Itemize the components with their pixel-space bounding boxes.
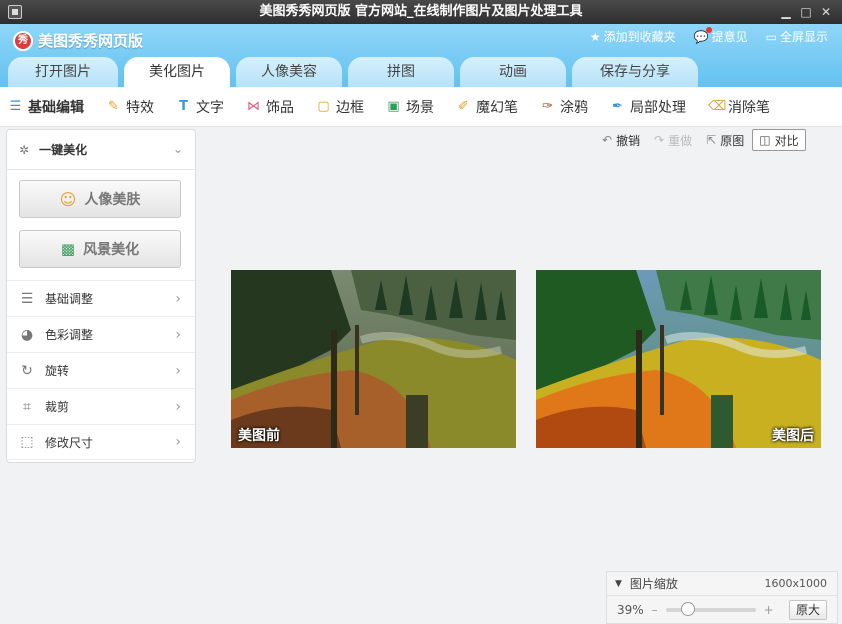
- original-button[interactable]: ⇱ 原图: [700, 129, 750, 151]
- zoom-percent: 39%: [617, 603, 644, 617]
- maximize-icon[interactable]: □: [798, 4, 814, 20]
- basic-edit-icon: ☰: [9, 99, 22, 114]
- tool-ornament[interactable]: ⋈ 饰品: [246, 97, 294, 117]
- tool-local-process[interactable]: ✒ 局部处理: [610, 97, 686, 117]
- tool-frame[interactable]: ▢ 边框: [316, 97, 364, 117]
- adjust-rotate[interactable]: ↻ 旋转 ›: [7, 352, 195, 388]
- tool-text[interactable]: T 文字: [176, 97, 224, 117]
- effects-icon: ✎: [108, 99, 119, 114]
- magic-wand-icon: ✲: [19, 142, 30, 157]
- after-photo-image: [536, 270, 821, 448]
- oneclick-beautify-header[interactable]: ✲ 一键美化 ⌄: [7, 130, 195, 170]
- minimize-icon[interactable]: ▁: [778, 4, 794, 20]
- scenery-beautify-button[interactable]: ▩ 风景美化: [19, 230, 181, 268]
- sliders-icon: ☰: [20, 290, 34, 307]
- zoom-header[interactable]: ▼ 图片缩放 1600x1000: [607, 572, 837, 596]
- magic-pen-icon: ✐: [458, 99, 469, 114]
- tool-bar: ☰ 基础编辑 ✎ 特效 T 文字 ⋈ 饰品 ▢ 边框 ▣ 场景 ✐ 魔幻笔 ✑ 涂鸦 ✒ 局部处理…: [0, 87, 842, 127]
- add-favorites-link[interactable]: ★ 添加到收藏夹: [590, 28, 676, 45]
- top-links: ★ 添加到收藏夹 💬 提意见 ▭ 全屏显示: [590, 26, 828, 45]
- tool-magic-pen[interactable]: ✐ 魔幻笔: [456, 97, 518, 117]
- chevron-right-icon: ›: [175, 326, 181, 343]
- adjust-crop[interactable]: ⌗ 裁剪 ›: [7, 388, 195, 424]
- resize-icon: ⬚: [20, 434, 34, 450]
- collapse-triangle-icon: ▼: [615, 578, 622, 589]
- after-label: 美图后: [772, 428, 814, 444]
- before-photo: 美图前: [231, 270, 516, 448]
- app-name: 美图秀秀网页版: [38, 32, 144, 50]
- adjust-basic[interactable]: ☰ 基础调整 ›: [7, 280, 195, 316]
- undo-icon: ↶: [602, 133, 613, 147]
- zoom-out-button[interactable]: –: [652, 603, 658, 617]
- eraser-icon: ⌫: [708, 99, 727, 114]
- adjust-color[interactable]: ◕ 色彩调整 ›: [7, 316, 195, 352]
- fullscreen-link[interactable]: ▭ 全屏显示: [766, 28, 828, 45]
- compare-button[interactable]: ◫ 对比: [752, 129, 806, 151]
- tab-open-image[interactable]: 打开图片: [8, 57, 118, 87]
- landscape-icon: ▩: [60, 240, 76, 258]
- feedback-link[interactable]: 💬 提意见: [694, 26, 748, 45]
- chevron-right-icon: ›: [175, 362, 181, 379]
- zoom-in-button[interactable]: +: [764, 603, 774, 617]
- tab-save-share[interactable]: 保存与分享: [572, 57, 698, 87]
- adjust-resize[interactable]: ⬚ 修改尺寸 ›: [7, 424, 195, 460]
- chevron-right-icon: ›: [175, 434, 181, 450]
- before-photo-image: [231, 270, 516, 448]
- portrait-icon: ☺: [59, 189, 77, 209]
- app-header: 秀 美图秀秀网页版 ★ 添加到收藏夹 💬 提意见 ▭ 全屏显示 打开图片 美化图…: [0, 24, 842, 87]
- tool-eraser[interactable]: ⌫ 消除笔: [708, 97, 770, 117]
- tool-graffiti[interactable]: ✑ 涂鸦: [540, 97, 588, 117]
- tool-scene[interactable]: ▣ 场景: [386, 97, 434, 117]
- frame-icon: ▢: [317, 99, 330, 114]
- edit-bar: ↶ 撤销 ↷ 重做 ⇱ 原图 ◫ 对比: [596, 127, 834, 153]
- chevron-down-icon: ⌄: [172, 142, 183, 156]
- app-logo[interactable]: 秀 美图秀秀网页版: [13, 30, 143, 51]
- main-tabs: 打开图片 美化图片 人像美容 拼图 动画 保存与分享: [8, 57, 698, 87]
- redo-icon: ↷: [654, 133, 665, 147]
- zoom-panel: ▼ 图片缩放 1600x1000 39% – + 原大: [606, 571, 838, 624]
- crop-icon: ⌗: [23, 398, 31, 415]
- chevron-right-icon: ›: [175, 398, 181, 415]
- tool-basic-edit[interactable]: ☰ 基础编辑: [8, 97, 84, 117]
- zoom-title: 图片缩放: [629, 577, 678, 591]
- window-title: 美图秀秀网页版 官方网站_在线制作图片及图片处理工具: [259, 4, 583, 19]
- local-process-icon: ✒: [612, 99, 623, 114]
- feedback-icon: 💬: [694, 26, 712, 44]
- fullscreen-icon: ▭: [765, 29, 777, 44]
- ornament-icon: ⋈: [247, 99, 260, 114]
- image-dimensions: 1600x1000: [764, 577, 828, 590]
- meitu-logo-icon: 秀: [13, 30, 33, 51]
- tab-animation[interactable]: 动画: [460, 57, 566, 87]
- zoom-slider-handle[interactable]: [680, 602, 695, 616]
- close-icon[interactable]: ✕: [818, 4, 834, 20]
- before-label: 美图前: [238, 428, 280, 444]
- undo-button[interactable]: ↶ 撤销: [596, 129, 646, 151]
- zoom-slider[interactable]: [665, 602, 756, 616]
- palette-icon: ◕: [20, 326, 34, 343]
- after-photo: 美图后: [536, 270, 821, 448]
- compare-icon: ◫: [759, 133, 771, 147]
- original-size-button[interactable]: 原大: [789, 600, 827, 620]
- tab-portrait[interactable]: 人像美容: [236, 57, 342, 87]
- tool-effects[interactable]: ✎ 特效: [106, 97, 154, 117]
- tab-collage[interactable]: 拼图: [348, 57, 454, 87]
- redo-button[interactable]: ↷ 重做: [648, 129, 698, 151]
- graffiti-icon: ✑: [542, 99, 553, 114]
- window-menu-icon[interactable]: [8, 5, 22, 19]
- text-icon: T: [179, 99, 188, 114]
- window-titlebar: 美图秀秀网页版 官方网站_在线制作图片及图片处理工具 ▁ □ ✕: [0, 0, 842, 24]
- chevron-right-icon: ›: [175, 290, 181, 307]
- zoom-controls: 39% – + 原大: [607, 596, 837, 624]
- rotate-icon: ↻: [21, 362, 33, 379]
- left-panel: ✲ 一键美化 ⌄ ☺ 人像美肤 ▩ 风景美化 ☰ 基础调整 › ◕ 色彩调整 ›…: [6, 129, 196, 463]
- tab-beautify[interactable]: 美化图片: [124, 57, 230, 87]
- scene-icon: ▣: [387, 99, 400, 114]
- original-icon: ⇱: [706, 133, 717, 147]
- portrait-skin-button[interactable]: ☺ 人像美肤: [19, 180, 181, 218]
- star-icon: ★: [589, 29, 601, 44]
